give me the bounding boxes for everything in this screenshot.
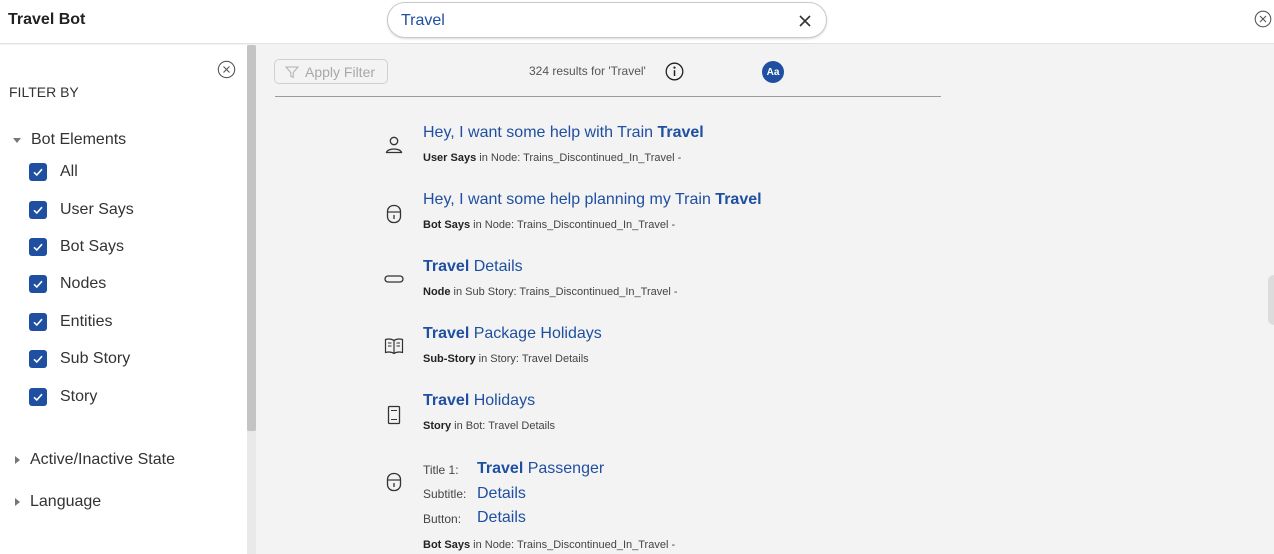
checkbox-label: User Says <box>60 201 134 218</box>
apply-filter-label: Apply Filter <box>305 63 376 80</box>
checkbox-label: Entities <box>60 313 113 330</box>
section-label: Bot Elements <box>31 131 127 148</box>
results-count: 324 results for 'Travel' <box>529 64 646 78</box>
checkbox-entities[interactable]: Entities <box>29 313 112 331</box>
top-bar: Travel Bot <box>0 0 1274 44</box>
result-meta: Bot Says in Node: Trains_Discontinued_In… <box>423 539 676 551</box>
checkbox-user-says[interactable]: User Says <box>29 201 134 219</box>
search-box <box>387 2 827 38</box>
caret-down-icon <box>13 137 21 143</box>
checkbox-checked-icon <box>29 201 47 219</box>
section-active-inactive-state[interactable]: Active/Inactive State <box>13 451 175 469</box>
close-circle-icon[interactable] <box>1254 10 1272 28</box>
checkbox-checked-icon <box>29 275 47 293</box>
bot-icon <box>386 472 402 492</box>
result-title-link[interactable]: Travel Holidays <box>423 392 535 410</box>
checkbox-checked-icon <box>29 388 47 406</box>
checkbox-label: Story <box>60 388 98 405</box>
filter-sidebar: FILTER BY Bot Elements All User Says Bot… <box>0 45 247 554</box>
info-icon[interactable] <box>665 62 684 81</box>
section-label: Active/Inactive State <box>30 451 175 468</box>
match-case-toggle[interactable]: Aa <box>762 61 784 83</box>
card-button-label: Button: <box>423 512 462 526</box>
result-title-link[interactable]: Hey, I want some help with Train Travel <box>423 124 704 142</box>
filter-icon <box>285 66 299 78</box>
side-panel-handle[interactable] <box>1268 275 1274 325</box>
caret-right-icon <box>15 456 20 464</box>
checkbox-story[interactable]: Story <box>29 388 97 406</box>
book-icon <box>384 338 404 355</box>
divider <box>275 96 941 97</box>
section-bot-elements[interactable]: Bot Elements <box>13 131 126 149</box>
section-label: Language <box>30 493 102 510</box>
checkbox-checked-icon <box>29 350 47 368</box>
apply-filter-button[interactable]: Apply Filter <box>274 59 388 84</box>
app-title: Travel Bot <box>8 11 86 28</box>
checkbox-label: All <box>60 163 78 180</box>
card-title-link[interactable]: Travel Passenger <box>477 460 604 478</box>
caret-right-icon <box>15 498 20 506</box>
user-icon <box>385 136 403 154</box>
checkbox-label: Bot Says <box>60 238 125 255</box>
result-meta: User Says in Node: Trains_Discontinued_I… <box>423 152 682 164</box>
filter-by-heading: FILTER BY <box>9 84 79 100</box>
result-meta: Node in Sub Story: Trains_Discontinued_I… <box>423 286 678 298</box>
story-icon <box>387 405 401 425</box>
checkbox-nodes[interactable]: Nodes <box>29 275 106 293</box>
card-button-link[interactable]: Details <box>477 509 526 527</box>
search-input[interactable] <box>401 11 781 31</box>
card-subtitle-link[interactable]: Details <box>477 485 526 503</box>
checkbox-label: Sub Story <box>60 350 131 367</box>
close-circle-icon[interactable] <box>217 60 236 79</box>
result-meta: Sub-Story in Story: Travel Details <box>423 353 589 365</box>
result-meta: Story in Bot: Travel Details <box>423 420 556 432</box>
result-title-link[interactable]: Travel Package Holidays <box>423 325 602 343</box>
close-icon[interactable] <box>794 10 816 32</box>
result-meta: Bot Says in Node: Trains_Discontinued_In… <box>423 219 676 231</box>
section-language[interactable]: Language <box>13 493 101 511</box>
checkbox-label: Nodes <box>60 275 107 292</box>
checkbox-sub-story[interactable]: Sub Story <box>29 350 130 368</box>
card-title-label: Title 1: <box>423 463 459 477</box>
checkbox-all[interactable]: All <box>29 163 78 181</box>
checkbox-checked-icon <box>29 238 47 256</box>
bot-icon <box>386 204 402 224</box>
checkbox-checked-icon <box>29 163 47 181</box>
result-title-link[interactable]: Travel Details <box>423 258 523 276</box>
card-subtitle-label: Subtitle: <box>423 487 467 501</box>
node-icon <box>384 275 404 283</box>
checkbox-checked-icon <box>29 313 47 331</box>
sidebar-scrollbar-thumb[interactable] <box>247 45 256 431</box>
checkbox-bot-says[interactable]: Bot Says <box>29 238 124 256</box>
result-title-link[interactable]: Hey, I want some help planning my Train … <box>423 191 762 209</box>
